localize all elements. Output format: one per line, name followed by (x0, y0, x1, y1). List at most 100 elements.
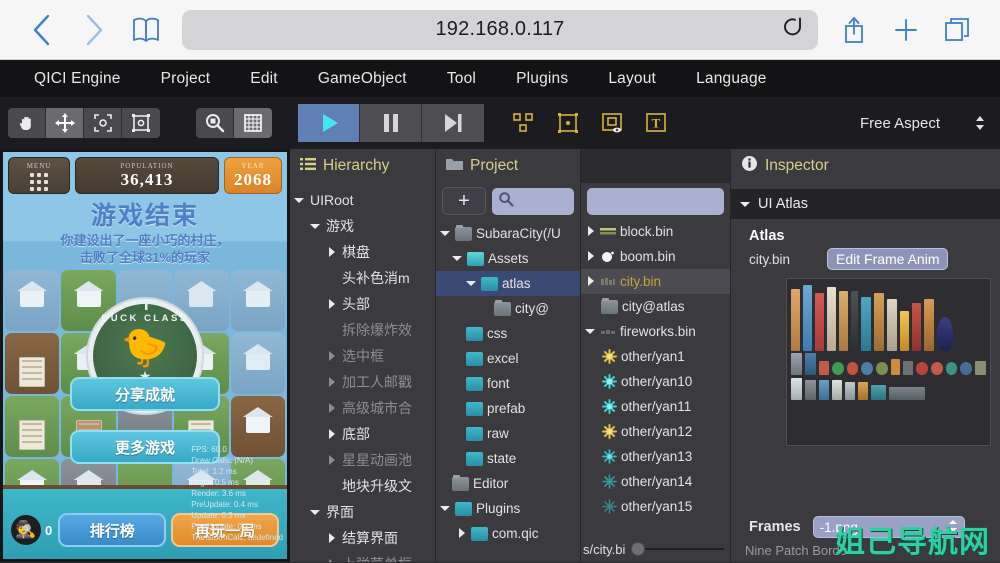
add-asset-button[interactable]: + (442, 187, 486, 215)
bookmarks-button[interactable] (120, 7, 172, 53)
city-tile[interactable] (5, 270, 60, 331)
asset-row[interactable]: other/yan14 (581, 469, 730, 494)
slider-knob[interactable] (631, 542, 646, 556)
menu-item-gameobject[interactable]: GameObject (298, 60, 427, 97)
asset-search-input[interactable] (587, 187, 724, 215)
move-tool-button[interactable] (46, 108, 84, 138)
chevron-right-icon[interactable] (585, 276, 596, 287)
reload-icon[interactable] (782, 15, 804, 44)
project-row[interactable]: Plugins (436, 496, 580, 521)
hierarchy-node[interactable]: 头补色消m (290, 265, 435, 291)
project-row[interactable]: font (436, 371, 580, 396)
project-row[interactable]: prefab (436, 396, 580, 421)
asset-row[interactable]: city.bin (581, 269, 730, 294)
hierarchy-tree[interactable]: UIRoot 游戏 棋盘 头补色消m 头部 拆除爆炸效 选中框 加工人邮戳 高级… (290, 183, 435, 562)
chevron-down-icon[interactable] (452, 253, 463, 264)
chevron-right-icon[interactable] (326, 350, 337, 362)
menu-item-language[interactable]: Language (676, 60, 787, 97)
zoom-slider[interactable] (631, 542, 724, 556)
new-tab-button[interactable] (880, 7, 932, 53)
anchor-icon[interactable] (598, 110, 626, 136)
asset-row[interactable]: fireworks.bin (581, 319, 730, 344)
project-row[interactable]: state (436, 446, 580, 471)
pivot-icon[interactable] (554, 110, 582, 136)
project-row[interactable]: SubaraCity(/U (436, 221, 580, 246)
chevron-down-icon[interactable] (740, 199, 751, 210)
hierarchy-node[interactable]: 底部 (290, 421, 435, 447)
share-achievement-button[interactable]: 分享成就 (70, 377, 220, 411)
aspect-stepper-icon[interactable] (974, 115, 986, 131)
asset-row[interactable]: city@atlas (581, 294, 730, 319)
chevron-down-icon[interactable] (466, 278, 477, 289)
zoom-tool-button[interactable] (196, 108, 234, 138)
project-row[interactable]: css (436, 321, 580, 346)
chevron-right-icon[interactable] (585, 226, 596, 237)
menu-item-tool[interactable]: Tool (427, 60, 496, 97)
hierarchy-node[interactable]: 选中框 (290, 343, 435, 369)
chevron-down-icon[interactable] (310, 507, 321, 518)
chevron-right-icon[interactable] (326, 246, 337, 258)
hierarchy-node[interactable]: 上弹菜单框 (290, 551, 435, 562)
grid-tool-button[interactable] (234, 108, 272, 138)
hierarchy-node[interactable]: 界面 (290, 499, 435, 525)
menu-item-layout[interactable]: Layout (588, 60, 676, 97)
tab-hierarchy[interactable]: Hierarchy (290, 149, 435, 183)
text-icon[interactable]: T (642, 110, 670, 136)
menu-item-qici-engine[interactable]: QICI Engine (14, 60, 141, 97)
atlas-preview[interactable] (786, 278, 991, 446)
aspect-control[interactable]: Free Aspect (860, 115, 986, 132)
pause-button[interactable] (360, 104, 422, 142)
asset-row[interactable]: other/yan1 (581, 344, 730, 369)
city-tile[interactable] (5, 333, 60, 394)
edit-frame-anim-button[interactable]: Edit Frame Anim (827, 248, 949, 270)
project-row[interactable]: com.qic (436, 521, 580, 546)
chevron-right-icon[interactable] (456, 528, 467, 539)
chevron-right-icon[interactable] (326, 558, 337, 562)
asset-row[interactable]: other/yan10 (581, 369, 730, 394)
project-row[interactable]: atlas (436, 271, 580, 296)
back-button[interactable] (16, 7, 68, 53)
chevron-right-icon[interactable] (585, 251, 596, 262)
hierarchy-node[interactable]: 结算界面 (290, 525, 435, 551)
chevron-down-icon[interactable] (440, 503, 451, 514)
asset-list[interactable]: block.bin boom.bin city.bin city@atlas f… (581, 219, 730, 519)
chevron-down-icon[interactable] (585, 326, 596, 337)
node-tree-icon[interactable] (510, 110, 538, 136)
hierarchy-node[interactable]: 加工人邮戳 (290, 369, 435, 395)
hierarchy-node[interactable]: UIRoot (290, 187, 435, 213)
asset-row[interactable]: boom.bin (581, 244, 730, 269)
hierarchy-node[interactable]: 星星动画池 (290, 447, 435, 473)
chevron-right-icon[interactable] (326, 402, 337, 414)
game-menu-button[interactable]: MENU (8, 157, 70, 194)
ui-atlas-section-header[interactable]: UI Atlas (731, 189, 1000, 219)
address-bar[interactable]: 192.168.0.117 (182, 9, 818, 50)
leaderboard-button[interactable]: 排行榜 (58, 513, 167, 547)
tab-project[interactable]: Project (436, 149, 580, 183)
hierarchy-node[interactable]: 拆除爆炸效 (290, 317, 435, 343)
tab-inspector[interactable]: Inspector (731, 149, 1000, 183)
play-button[interactable] (298, 104, 360, 142)
project-row[interactable]: raw (436, 421, 580, 446)
city-tile[interactable] (230, 333, 285, 394)
hand-tool-button[interactable] (8, 108, 46, 138)
rect-transform-button[interactable] (122, 108, 160, 138)
project-row[interactable]: Editor (436, 471, 580, 496)
city-tile[interactable] (5, 396, 60, 457)
asset-row[interactable]: other/yan13 (581, 444, 730, 469)
menu-item-edit[interactable]: Edit (230, 60, 298, 97)
chevron-right-icon[interactable] (326, 428, 337, 440)
chevron-right-icon[interactable] (326, 298, 337, 310)
chevron-down-icon[interactable] (440, 228, 451, 239)
project-row[interactable]: excel (436, 346, 580, 371)
hierarchy-node[interactable]: 地块升级文 (290, 473, 435, 499)
chevron-down-icon[interactable] (294, 195, 305, 206)
game-canvas[interactable]: MENU POPULATION 36,413 YEAR 2068 游戏结束 你建… (3, 152, 287, 559)
hierarchy-node[interactable]: 棋盘 (290, 239, 435, 265)
tabs-button[interactable] (932, 7, 984, 53)
hierarchy-node[interactable]: 头部 (290, 291, 435, 317)
chevron-right-icon[interactable] (326, 532, 337, 544)
share-button[interactable] (828, 7, 880, 53)
hierarchy-node[interactable]: 游戏 (290, 213, 435, 239)
asset-row[interactable]: other/yan15 (581, 494, 730, 519)
project-row[interactable]: Assets (436, 246, 580, 271)
